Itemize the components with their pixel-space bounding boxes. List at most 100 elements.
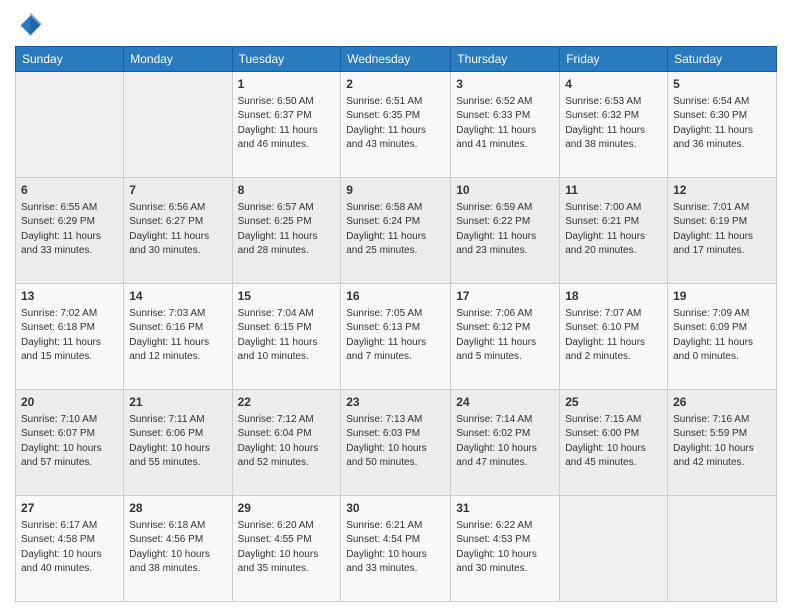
day-header-saturday: Saturday: [668, 47, 777, 72]
day-number: 10: [456, 182, 554, 199]
day-number: 14: [129, 288, 226, 305]
day-number: 3: [456, 76, 554, 93]
day-number: 16: [346, 288, 445, 305]
day-info: Sunrise: 7:13 AM Sunset: 6:03 PM Dayligh…: [346, 413, 445, 471]
calendar-cell: [124, 72, 232, 178]
day-number: 30: [346, 500, 445, 517]
day-info: Sunrise: 7:09 AM Sunset: 6:09 PM Dayligh…: [673, 307, 771, 365]
calendar-cell: 5 Sunrise: 6:54 AM Sunset: 6:30 PM Daylig…: [668, 72, 777, 178]
calendar-cell: [16, 72, 124, 178]
day-number: 31: [456, 500, 554, 517]
day-info: Sunrise: 7:16 AM Sunset: 5:59 PM Dayligh…: [673, 413, 771, 471]
calendar-cell: 1 Sunrise: 6:50 AM Sunset: 6:37 PM Daylig…: [232, 72, 341, 178]
calendar-cell: [560, 496, 668, 602]
day-info: Sunrise: 6:51 AM Sunset: 6:35 PM Dayligh…: [346, 95, 445, 153]
calendar-cell: 21 Sunrise: 7:11 AM Sunset: 6:06 PM Dayli…: [124, 390, 232, 496]
day-number: 21: [129, 394, 226, 411]
day-number: 7: [129, 182, 226, 199]
calendar-cell: 20Sunrise: 7:10 AM Sunset: 6:07 PM Dayli…: [16, 390, 124, 496]
day-info: Sunrise: 7:03 AM Sunset: 6:16 PM Dayligh…: [129, 307, 226, 365]
day-number: 12: [673, 182, 771, 199]
calendar-cell: 13 Sunrise: 7:02 AM Sunset: 6:18 PM Dayli…: [16, 284, 124, 390]
calendar-cell: 22 Sunrise: 7:12 AM Sunset: 6:04 PM Dayli…: [232, 390, 341, 496]
calendar-cell: 8 Sunrise: 6:57 AM Sunset: 6:25 PM Daylig…: [232, 178, 341, 284]
calendar-cell: 29Sunrise: 6:20 AM Sunset: 4:55 PM Dayli…: [232, 496, 341, 602]
calendar-cell: 7 Sunrise: 6:56 AM Sunset: 6:27 PM Daylig…: [124, 178, 232, 284]
day-number: 13: [21, 288, 118, 305]
day-number: 4: [565, 76, 662, 93]
day-info: Sunrise: 7:02 AM Sunset: 6:18 PM Dayligh…: [21, 307, 118, 365]
day-header-wednesday: Wednesday: [341, 47, 451, 72]
day-number: 29: [238, 500, 336, 517]
day-number: 2: [346, 76, 445, 93]
calendar-cell: 11 Sunrise: 7:00 AM Sunset: 6:21 PM Dayli…: [560, 178, 668, 284]
day-info: Sunrise: 6:55 AM Sunset: 6:29 PM Dayligh…: [21, 201, 118, 259]
day-info: Sunrise: 6:52 AM Sunset: 6:33 PM Dayligh…: [456, 95, 554, 153]
day-number: 8: [238, 182, 336, 199]
day-info: Sunrise: 7:10 AM Sunset: 6:07 PM Dayligh…: [21, 413, 118, 471]
day-info: Sunrise: 7:06 AM Sunset: 6:12 PM Dayligh…: [456, 307, 554, 365]
calendar-cell: 23 Sunrise: 7:13 AM Sunset: 6:03 PM Dayli…: [341, 390, 451, 496]
day-info: Sunrise: 7:11 AM Sunset: 6:06 PM Dayligh…: [129, 413, 226, 471]
day-info: Sunrise: 6:56 AM Sunset: 6:27 PM Dayligh…: [129, 201, 226, 259]
day-info: Sunrise: 7:01 AM Sunset: 6:19 PM Dayligh…: [673, 201, 771, 259]
days-row: SundayMondayTuesdayWednesdayThursdayFrid…: [16, 47, 777, 72]
day-header-friday: Friday: [560, 47, 668, 72]
calendar-cell: 28Sunrise: 6:18 AM Sunset: 4:56 PM Dayli…: [124, 496, 232, 602]
day-number: 25: [565, 394, 662, 411]
day-info: Sunrise: 6:54 AM Sunset: 6:30 PM Dayligh…: [673, 95, 771, 153]
calendar-cell: 24Sunrise: 7:14 AM Sunset: 6:02 PM Dayli…: [451, 390, 560, 496]
day-number: 26: [673, 394, 771, 411]
header: [15, 10, 777, 38]
calendar-week-5: 27 Sunrise: 6:17 AM Sunset: 4:58 PM Dayli…: [16, 496, 777, 602]
day-number: 28: [129, 500, 226, 517]
calendar-cell: 10 Sunrise: 6:59 AM Sunset: 6:22 PM Dayli…: [451, 178, 560, 284]
day-number: 6: [21, 182, 118, 199]
calendar: SundayMondayTuesdayWednesdayThursdayFrid…: [15, 46, 777, 602]
day-number: 15: [238, 288, 336, 305]
day-info: Sunrise: 7:07 AM Sunset: 6:10 PM Dayligh…: [565, 307, 662, 365]
day-info: Sunrise: 6:22 AM Sunset: 4:53 PM Dayligh…: [456, 519, 554, 577]
day-info: Sunrise: 7:15 AM Sunset: 6:00 PM Dayligh…: [565, 413, 662, 471]
calendar-cell: 31 Sunrise: 6:22 AM Sunset: 4:53 PM Dayli…: [451, 496, 560, 602]
day-info: Sunrise: 6:21 AM Sunset: 4:54 PM Dayligh…: [346, 519, 445, 577]
calendar-cell: 25 Sunrise: 7:15 AM Sunset: 6:00 PM Dayli…: [560, 390, 668, 496]
day-header-sunday: Sunday: [16, 47, 124, 72]
day-info: Sunrise: 7:05 AM Sunset: 6:13 PM Dayligh…: [346, 307, 445, 365]
day-info: Sunrise: 7:00 AM Sunset: 6:21 PM Dayligh…: [565, 201, 662, 259]
page: SundayMondayTuesdayWednesdayThursdayFrid…: [0, 0, 792, 612]
day-number: 23: [346, 394, 445, 411]
calendar-body: 1 Sunrise: 6:50 AM Sunset: 6:37 PM Daylig…: [16, 72, 777, 602]
day-info: Sunrise: 6:17 AM Sunset: 4:58 PM Dayligh…: [21, 519, 118, 577]
day-info: Sunrise: 6:50 AM Sunset: 6:37 PM Dayligh…: [238, 95, 336, 153]
calendar-cell: [668, 496, 777, 602]
calendar-cell: 4 Sunrise: 6:53 AM Sunset: 6:32 PM Daylig…: [560, 72, 668, 178]
day-info: Sunrise: 7:14 AM Sunset: 6:02 PM Dayligh…: [456, 413, 554, 471]
calendar-cell: 6 Sunrise: 6:55 AM Sunset: 6:29 PM Daylig…: [16, 178, 124, 284]
day-number: 17: [456, 288, 554, 305]
day-number: 18: [565, 288, 662, 305]
calendar-cell: 9Sunrise: 6:58 AM Sunset: 6:24 PM Daylig…: [341, 178, 451, 284]
calendar-cell: 27 Sunrise: 6:17 AM Sunset: 4:58 PM Dayli…: [16, 496, 124, 602]
day-number: 1: [238, 76, 336, 93]
calendar-cell: 17 Sunrise: 7:06 AM Sunset: 6:12 PM Dayli…: [451, 284, 560, 390]
calendar-cell: 26 Sunrise: 7:16 AM Sunset: 5:59 PM Dayli…: [668, 390, 777, 496]
day-info: Sunrise: 6:59 AM Sunset: 6:22 PM Dayligh…: [456, 201, 554, 259]
calendar-cell: 16 Sunrise: 7:05 AM Sunset: 6:13 PM Dayli…: [341, 284, 451, 390]
day-info: Sunrise: 7:12 AM Sunset: 6:04 PM Dayligh…: [238, 413, 336, 471]
day-info: Sunrise: 6:53 AM Sunset: 6:32 PM Dayligh…: [565, 95, 662, 153]
day-number: 5: [673, 76, 771, 93]
calendar-cell: 30 Sunrise: 6:21 AM Sunset: 4:54 PM Dayli…: [341, 496, 451, 602]
calendar-week-1: 1 Sunrise: 6:50 AM Sunset: 6:37 PM Daylig…: [16, 72, 777, 178]
calendar-cell: 12 Sunrise: 7:01 AM Sunset: 6:19 PM Dayli…: [668, 178, 777, 284]
day-number: 11: [565, 182, 662, 199]
calendar-cell: 14 Sunrise: 7:03 AM Sunset: 6:16 PM Dayli…: [124, 284, 232, 390]
day-header-tuesday: Tuesday: [232, 47, 341, 72]
day-header-monday: Monday: [124, 47, 232, 72]
day-info: Sunrise: 6:57 AM Sunset: 6:25 PM Dayligh…: [238, 201, 336, 259]
day-header-thursday: Thursday: [451, 47, 560, 72]
day-number: 27: [21, 500, 118, 517]
calendar-cell: 19Sunrise: 7:09 AM Sunset: 6:09 PM Dayli…: [668, 284, 777, 390]
day-number: 22: [238, 394, 336, 411]
calendar-week-4: 20Sunrise: 7:10 AM Sunset: 6:07 PM Dayli…: [16, 390, 777, 496]
